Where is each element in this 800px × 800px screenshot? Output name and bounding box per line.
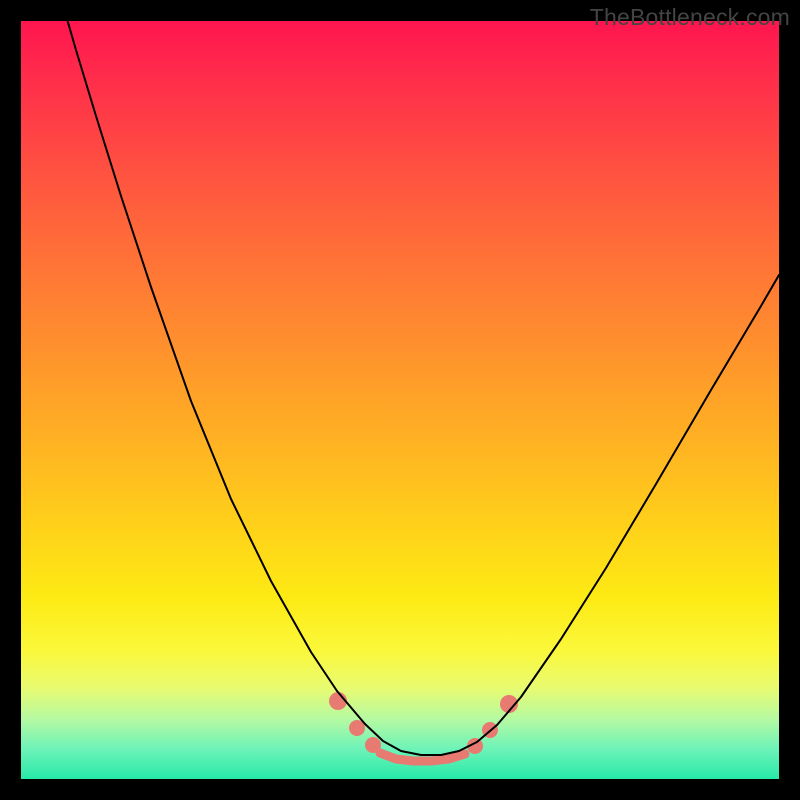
chart-frame: TheBottleneck.com: [0, 0, 800, 800]
marker-band: [380, 753, 465, 761]
plot-area: [21, 21, 779, 779]
marker-right-upper: [500, 695, 518, 713]
marker-right-mid: [482, 722, 498, 738]
chart-svg: [21, 21, 779, 779]
marker-band-core: [380, 753, 465, 761]
marker-left-upper: [329, 692, 347, 710]
bottleneck-curve: [67, 21, 779, 755]
marker-right-lower: [467, 738, 483, 754]
marker-left-mid: [349, 720, 365, 736]
marker-left-lower: [365, 737, 381, 753]
watermark-text: TheBottleneck.com: [590, 4, 790, 31]
markers-group: [329, 692, 518, 754]
